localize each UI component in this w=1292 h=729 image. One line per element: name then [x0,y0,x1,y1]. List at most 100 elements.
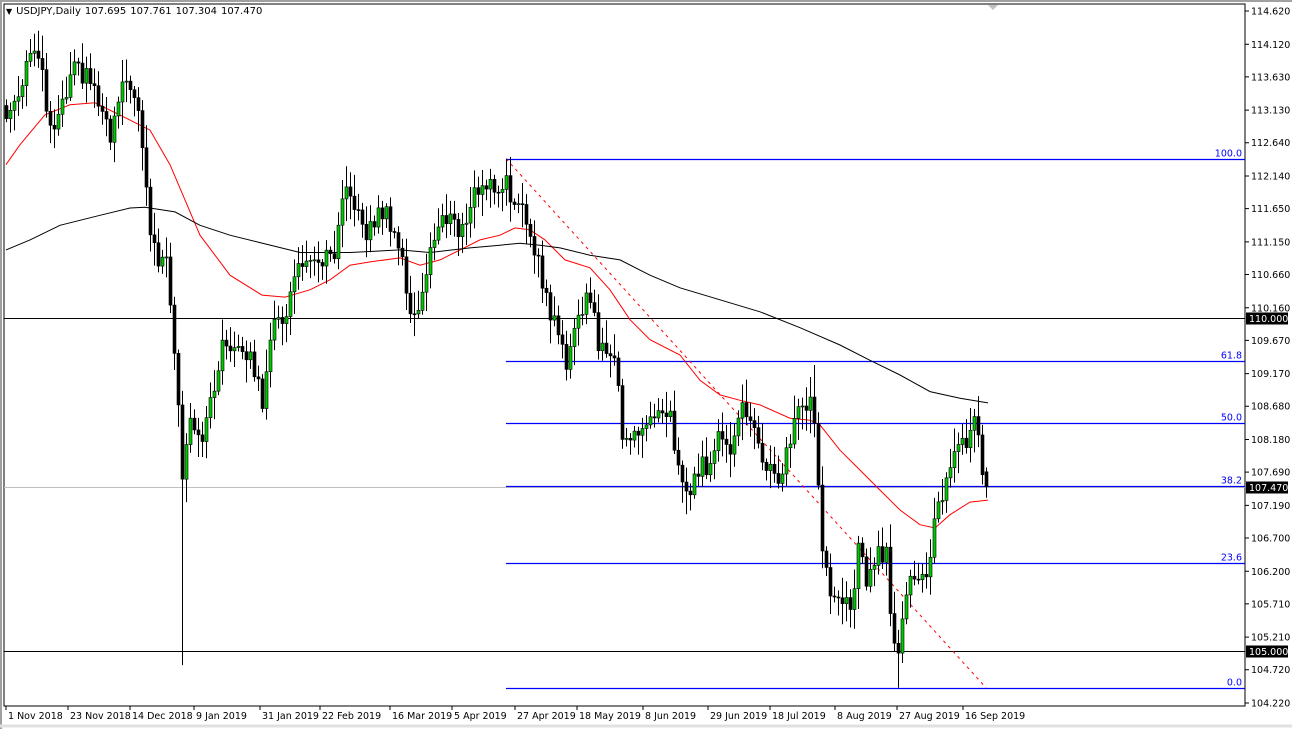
candle-bull [369,222,372,240]
candle-bull [489,179,492,189]
candle-bull [161,257,164,266]
candle-bear [981,435,984,475]
candle-bear [373,222,376,228]
candle-bear [321,262,324,266]
candle-bear [817,423,820,485]
candle-bull [297,263,300,276]
price-chart[interactable]: 114.620114.120113.630113.130112.640112.1… [0,0,1292,729]
candle-bull [501,189,504,192]
candle-bear [653,417,656,418]
candle-bull [249,352,252,360]
candle-bear [157,243,160,266]
candle-bull [505,176,508,190]
candle-bear [333,254,336,259]
candle-bear [77,62,80,63]
candle-bear [301,263,304,266]
horizontal-line-label: 105.000 [1249,647,1288,658]
candle-bull [909,576,912,595]
candle-bear [661,411,664,413]
candle-bear [681,465,684,482]
candle-bear [821,485,824,551]
candle-bull [305,261,308,266]
candle-bull [85,68,88,83]
candle-bear [381,208,384,219]
candle-bear [349,187,352,196]
candle-bull [949,468,952,478]
candle-bear [105,111,108,119]
low-value: 107.304 [176,6,217,17]
dropdown-triangle-icon[interactable]: ▼ [6,7,12,16]
x-tick-label: 29 Jun 2019 [710,711,767,722]
candle-bear [37,51,40,58]
candle-bear [493,179,496,192]
candle-bear [665,413,668,417]
candle-bull [205,418,208,442]
candle-bear [605,343,608,353]
y-tick-label: 107.190 [1251,501,1290,512]
candle-bull [73,62,76,75]
candle-bear [93,84,96,86]
candle-bull [945,478,948,501]
candle-bull [941,500,944,501]
candle-bear [445,215,448,223]
candle-bull [657,411,660,418]
candle-bull [785,448,788,474]
candle-bear [825,551,828,567]
fib-level-label: 23.6 [1221,553,1242,564]
candle-bear [837,597,840,598]
candle-bear [865,557,868,586]
candle-bear [193,418,196,430]
x-tick-label: 14 Dec 2018 [132,711,193,722]
candle-bear [133,90,136,98]
candle-bear [405,257,408,293]
candle-bear [637,431,640,435]
candle-bear [153,235,156,243]
candle-bear [721,431,724,439]
candle-bull [269,340,272,372]
candle-bull [957,445,960,452]
x-tick-label: 31 Jan 2019 [262,711,319,722]
candle-bull [65,97,68,99]
candle-bull [885,547,888,562]
candle-bear [53,125,56,129]
candle-bull [377,208,380,227]
x-tick-label: 9 Jan 2019 [196,711,247,722]
candle-bull [165,257,168,258]
candle-bear [985,472,988,487]
candle-bull [337,225,340,259]
candle-bear [561,335,564,344]
candle-bull [465,223,468,224]
candle-bull [209,398,212,418]
symbol-label: USDJPY,Daily [16,6,81,17]
candle-bear [509,176,512,202]
candle-bull [433,240,436,247]
x-tick-label: 1 Nov 2018 [8,711,63,722]
candle-bear [829,567,832,596]
candle-bear [457,219,460,236]
candle-bull [385,207,388,219]
candle-bear [453,214,456,219]
candle-bear [261,379,264,409]
candle-bear [613,356,616,358]
candle-bull [937,502,940,519]
candle-bull [57,114,60,129]
candle-bear [393,232,396,233]
y-tick-label: 112.140 [1251,172,1290,183]
x-tick-label: 8 Aug 2019 [837,711,892,722]
candle-bull [961,438,964,444]
candle-bull [17,97,20,101]
candle-bear [833,596,836,597]
candle-bull [273,319,276,340]
open-value: 107.695 [85,6,126,17]
candle-bull [737,418,740,436]
candle-bear [329,250,332,254]
candle-bear [101,106,104,111]
candle-bear [805,406,808,410]
y-tick-label: 111.650 [1251,204,1290,215]
candle-bull [581,314,584,315]
candle-bear [565,344,568,369]
y-tick-label: 105.210 [1251,633,1290,644]
candle-bear [557,316,560,335]
candle-bull [717,431,720,450]
candle-bull [649,417,652,425]
